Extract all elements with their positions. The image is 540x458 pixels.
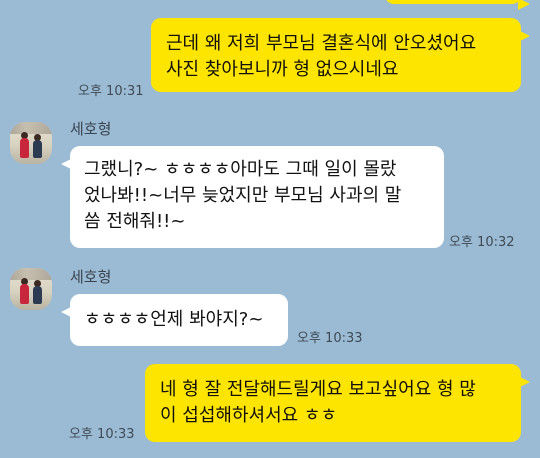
avatar-background xyxy=(10,122,52,134)
message-timestamp: 오후 10:31 xyxy=(78,84,144,99)
message-line: 네 형 잘 전달해드릴게요 보고싶어요 형 많 xyxy=(160,379,476,400)
message-line: 이 섭섭해하셔서요 ㅎㅎ xyxy=(160,405,338,426)
avatar-figure xyxy=(20,284,29,304)
message-line: 그랬니?~ ㅎㅎㅎㅎ아마도 그때 일이 몰랐 xyxy=(84,159,397,180)
message-bubble-outgoing[interactable]: 네 형 잘 전달해드릴게요 보고싶어요 형 많 이 섭섭해하셔서요 ㅎㅎ xyxy=(145,364,530,442)
message-line: ㅎㅎㅎㅎ언제 봐야지?~ xyxy=(84,309,264,330)
message-line: 근데 왜 저희 부모님 결혼식에 안오셨어요 xyxy=(166,33,477,54)
message-bubble-incoming[interactable]: ㅎㅎㅎㅎ언제 봐야지?~ xyxy=(61,294,288,346)
message-bubble-partial[interactable] xyxy=(385,0,530,10)
avatar-figure xyxy=(20,138,29,158)
avatar-figure xyxy=(33,286,42,304)
chat-area[interactable]: 근데 왜 저희 부모님 결혼식에 안오셨어요 사진 찾아보니까 형 없으시네요 … xyxy=(0,0,540,458)
message-bubble-incoming[interactable]: 그랬니?~ ㅎㅎㅎㅎ아마도 그때 일이 몰랐 었나봐!!~너무 늦었지만 부모님… xyxy=(61,146,444,248)
avatar-figure xyxy=(33,140,42,158)
sender-name: 세호형 xyxy=(70,120,112,138)
message-timestamp: 오후 10:33 xyxy=(69,427,135,442)
avatar-background xyxy=(10,268,52,280)
message-line: 씀 전해줘!!~ xyxy=(84,211,186,232)
message-line: 사진 찾아보니까 형 없으시네요 xyxy=(166,59,399,80)
message-timestamp: 오후 10:32 xyxy=(449,235,515,250)
message-bubble-outgoing[interactable]: 근데 왜 저희 부모님 결혼식에 안오셨어요 사진 찾아보니까 형 없으시네요 xyxy=(151,18,530,92)
sender-avatar[interactable] xyxy=(10,122,52,164)
sender-avatar[interactable] xyxy=(10,268,52,310)
message-line: 었나봐!!~너무 늦었지만 부모님 사과의 말 xyxy=(84,185,402,206)
sender-name: 세호형 xyxy=(70,268,112,286)
message-timestamp: 오후 10:33 xyxy=(297,331,363,346)
